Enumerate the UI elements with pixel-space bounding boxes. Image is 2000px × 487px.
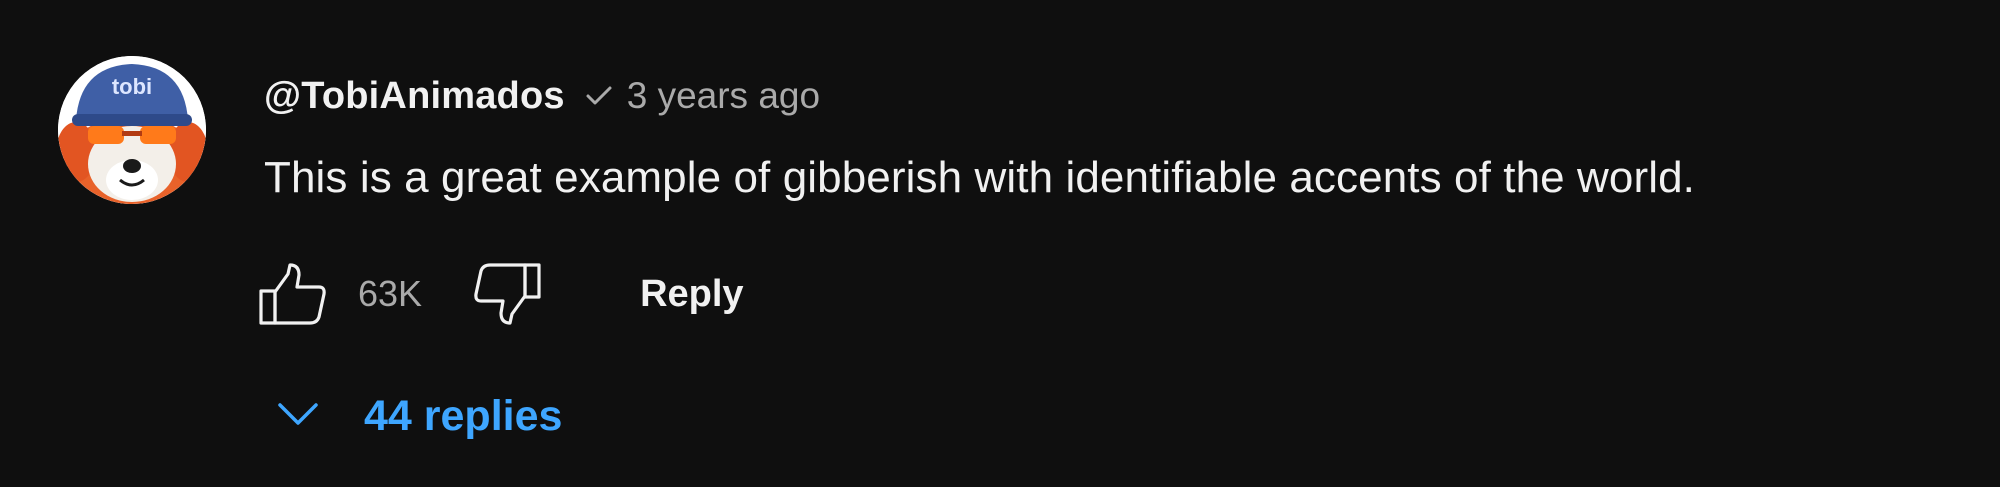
view-replies-button[interactable]: 44 replies <box>276 388 562 444</box>
comment-actions: 63K Reply <box>258 258 744 330</box>
thumbs-up-icon <box>259 263 326 325</box>
replies-count-label: 44 replies <box>364 391 563 440</box>
avatar-cap-text: tobi <box>112 74 152 99</box>
like-count: 63K <box>358 273 423 314</box>
avatar[interactable]: tobi <box>58 56 206 204</box>
author-name[interactable]: @TobiAnimados <box>264 75 565 118</box>
chevron-down-icon <box>276 400 320 433</box>
reply-button[interactable]: Reply <box>640 273 743 316</box>
comment-thread: tobi @TobiAnimados 3 years ago This is a… <box>0 0 2000 487</box>
comment-timestamp[interactable]: 3 years ago <box>627 75 820 117</box>
like-button[interactable] <box>258 261 328 327</box>
dislike-button[interactable] <box>472 261 542 327</box>
avatar-image: tobi <box>58 56 206 204</box>
comment-text: This is a great example of gibberish wit… <box>264 153 1696 202</box>
thumbs-down-icon <box>474 263 541 325</box>
checkmark-icon <box>585 84 613 108</box>
comment-header: @TobiAnimados 3 years ago <box>264 70 820 122</box>
